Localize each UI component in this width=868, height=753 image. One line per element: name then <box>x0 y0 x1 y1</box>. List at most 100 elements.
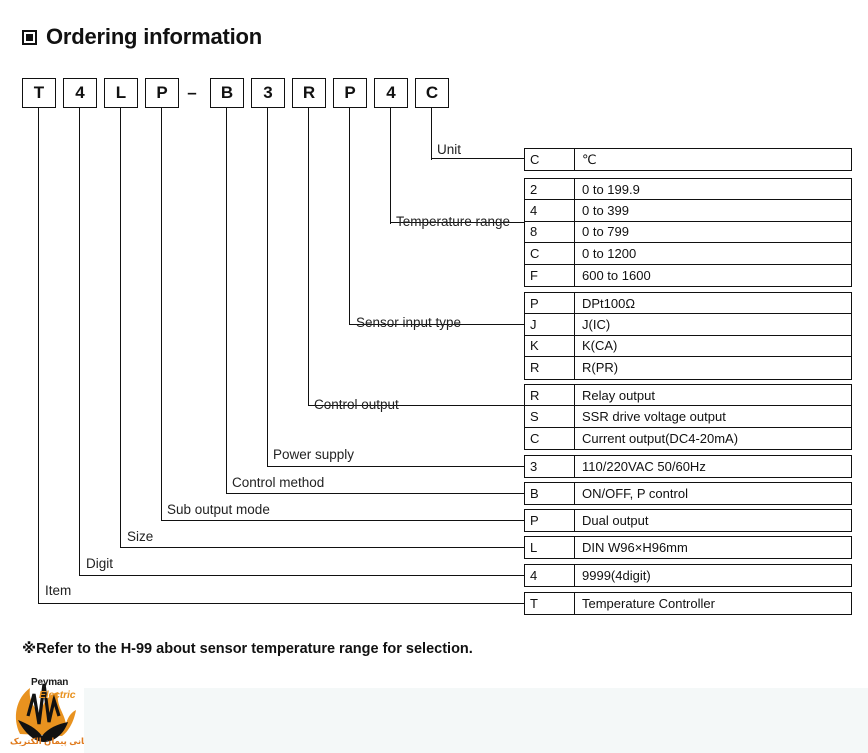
spec-desc: DPt100Ω <box>582 295 636 311</box>
code-box-temperature-range: 4 <box>374 78 408 108</box>
spec-code: J <box>525 314 575 335</box>
table-row: C 0 to 1200 <box>525 243 851 265</box>
leader-label-sensor-input-type: Sensor input type <box>356 315 462 330</box>
spec-code: C <box>525 149 575 171</box>
spec-group-digit: 4 9999(4digit) <box>524 564 852 588</box>
spec-code: 4 <box>525 200 575 221</box>
company-logo: Peyman Electric بازرگانی پیمان الکتریک <box>6 672 84 753</box>
spec-code: R <box>525 357 575 379</box>
table-row: J J(IC) <box>525 314 851 336</box>
leader-label-unit: Unit <box>437 142 462 157</box>
spec-desc: 0 to 399 <box>582 203 629 219</box>
spec-desc: 0 to 199.9 <box>582 181 640 197</box>
spec-desc: Temperature Controller <box>582 596 715 612</box>
leader-label-control-method: Control method <box>232 475 325 490</box>
spec-code: P <box>525 293 575 314</box>
page-title-label: Ordering information <box>46 24 263 49</box>
spec-group-control-method: B ON/OFF, P control <box>524 482 852 506</box>
spec-desc: 9999(4digit) <box>582 568 651 584</box>
spec-group-sub-output-mode: P Dual output <box>524 509 852 533</box>
leader-label-digit: Digit <box>86 556 114 571</box>
leader-vline-unit <box>431 108 433 160</box>
spec-code: K <box>525 335 575 357</box>
spec-desc: DIN W96×H96mm <box>582 540 688 556</box>
table-row: P Dual output <box>525 510 851 532</box>
spec-desc: 110/220VAC 50/60Hz <box>582 459 706 475</box>
table-row: 8 0 to 799 <box>525 221 851 244</box>
spec-code: 3 <box>525 456 575 478</box>
spec-group-item: T Temperature Controller <box>524 592 852 616</box>
logo-persian-text: بازرگانی پیمان الکتریک <box>10 736 84 746</box>
table-row: C ℃ <box>525 149 851 171</box>
leader-label-sub-output-mode: Sub output mode <box>167 502 270 517</box>
spec-desc: 0 to 1200 <box>582 245 637 261</box>
spec-code: T <box>525 593 575 615</box>
table-row: 3 110/220VAC 50/60Hz <box>525 456 851 478</box>
leader-label-item: Item <box>45 583 72 598</box>
page-title: Ordering information <box>22 24 262 50</box>
table-row: 4 0 to 399 <box>525 200 851 222</box>
code-box-control-output: R <box>292 78 326 108</box>
code-box-item: T <box>22 78 56 108</box>
leader-vline-temperature-range <box>390 108 392 224</box>
table-row: S SSR drive voltage output <box>525 406 851 428</box>
spec-code: R <box>525 385 575 406</box>
leader-hline-item <box>38 603 525 605</box>
table-row: K K(CA) <box>525 335 851 358</box>
code-box-power-supply: 3 <box>251 78 285 108</box>
spec-desc: K(CA) <box>582 338 618 354</box>
code-box-control-method: B <box>210 78 244 108</box>
spec-desc: Dual output <box>582 513 649 529</box>
spec-group-power-supply: 3 110/220VAC 50/60Hz <box>524 455 852 479</box>
spec-code: S <box>525 406 575 427</box>
spec-desc: SSR drive voltage output <box>582 409 726 425</box>
table-row: L DIN W96×H96mm <box>525 537 851 559</box>
leader-hline-control-method <box>226 493 525 495</box>
spec-code: P <box>525 510 575 532</box>
leader-hline-sub-output-mode <box>161 520 525 522</box>
table-row: 2 0 to 199.9 <box>525 179 851 201</box>
leader-hline-unit <box>431 158 525 160</box>
leader-hline-power-supply <box>267 466 525 468</box>
table-row: 4 9999(4digit) <box>525 565 851 587</box>
code-box-digit: 4 <box>63 78 97 108</box>
spec-code: 4 <box>525 565 575 587</box>
leader-label-power-supply: Power supply <box>273 447 355 462</box>
spec-desc: ON/OFF, P control <box>582 486 688 502</box>
spec-group-sensor-input-type: P DPt100Ω J J(IC) K K(CA) R R(PR) <box>524 292 852 380</box>
logo-brand-primary: Peyman <box>31 677 69 688</box>
leader-vline-control-method <box>226 108 228 494</box>
spec-group-size: L DIN W96×H96mm <box>524 536 852 560</box>
footnote-text: ※Refer to the H-99 about sensor temperat… <box>22 641 473 657</box>
leader-label-size: Size <box>127 529 154 544</box>
spec-desc: J(IC) <box>582 317 611 333</box>
spec-code: 2 <box>525 179 575 200</box>
spec-desc: 0 to 799 <box>582 224 629 240</box>
leader-vline-sub-output-mode <box>161 108 163 521</box>
leader-vline-control-output <box>308 108 310 406</box>
logo-brand-secondary: Electric <box>39 689 76 701</box>
leader-label-control-output: Control output <box>314 397 399 412</box>
leader-vline-size <box>120 108 122 548</box>
leader-vline-sensor-input-type <box>349 108 351 325</box>
spec-code: C <box>525 243 575 264</box>
spec-code: 8 <box>525 221 575 243</box>
spec-desc: 600 to 1600 <box>582 267 651 283</box>
spec-code: F <box>525 264 575 286</box>
code-box-sub-output-mode: P <box>145 78 179 108</box>
spec-group-control-output: R Relay output S SSR drive voltage outpu… <box>524 384 852 451</box>
code-box-size: L <box>104 78 138 108</box>
code-separator-dash: – <box>187 83 197 102</box>
leader-hline-digit <box>79 575 525 577</box>
leader-vline-item <box>38 108 40 604</box>
leader-vline-power-supply <box>267 108 269 467</box>
table-row: C Current output(DC4-20mA) <box>525 427 851 450</box>
leader-vline-digit <box>79 108 81 576</box>
spec-desc: Current output(DC4-20mA) <box>582 430 739 446</box>
table-row: F 600 to 1600 <box>525 264 851 286</box>
code-box-sensor-input: P <box>333 78 367 108</box>
table-row: B ON/OFF, P control <box>525 483 851 505</box>
table-row: T Temperature Controller <box>525 593 851 615</box>
table-row: P DPt100Ω <box>525 293 851 315</box>
code-box-unit: C <box>415 78 449 108</box>
